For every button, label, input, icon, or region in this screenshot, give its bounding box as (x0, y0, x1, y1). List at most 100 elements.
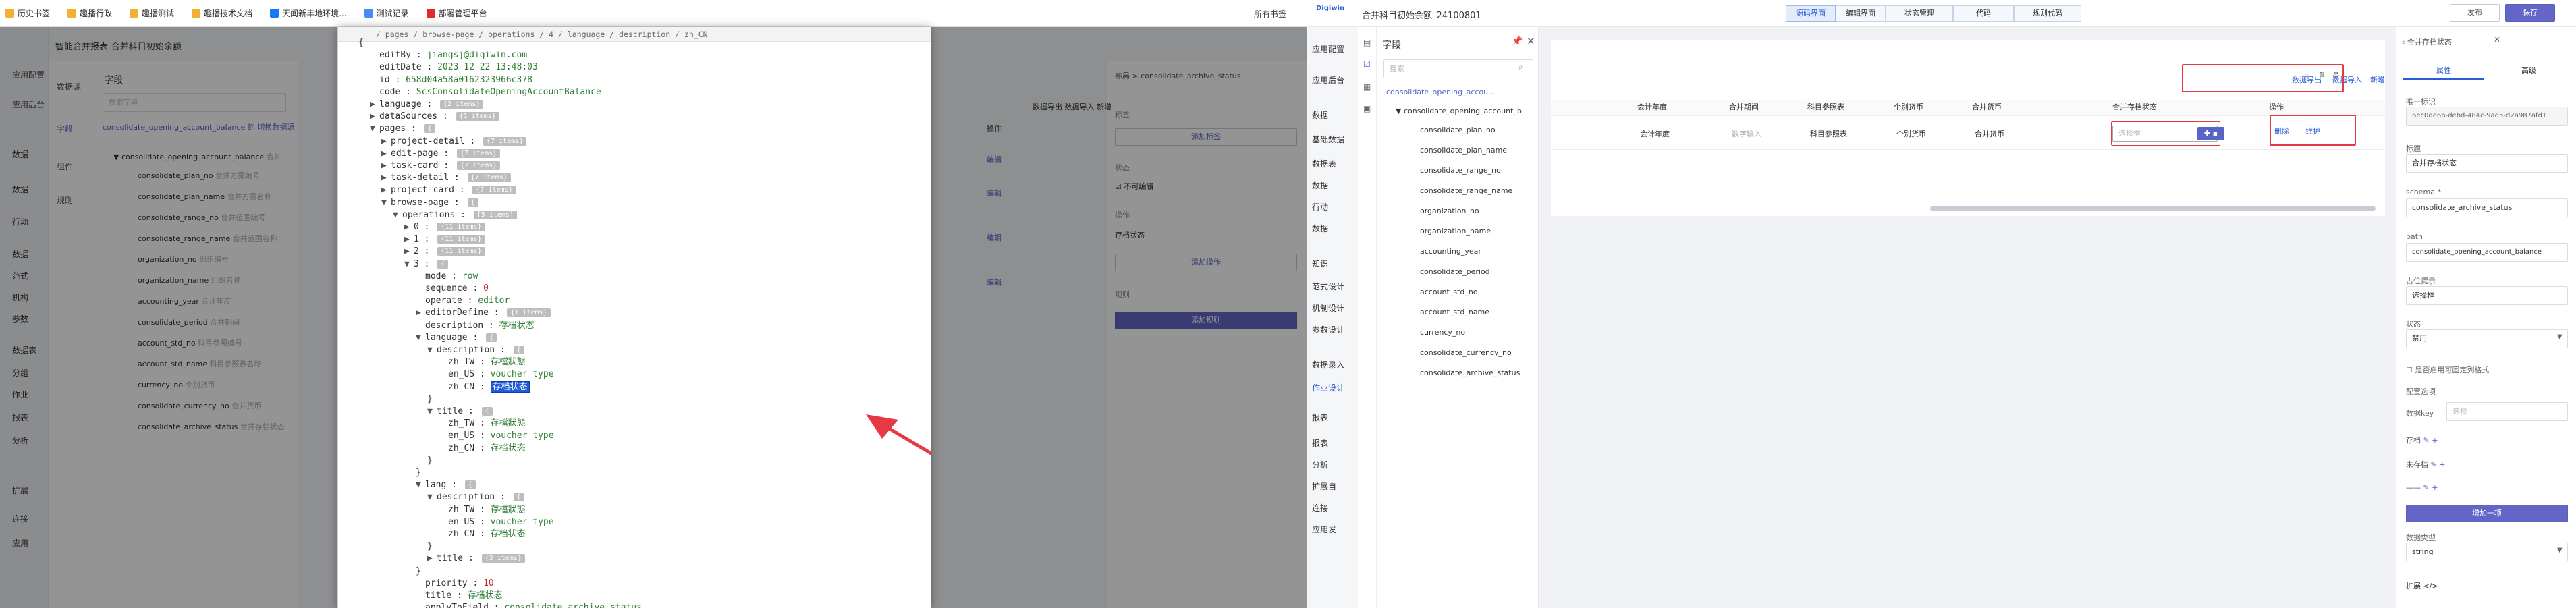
table-cell[interactable]: 数字输入 (1732, 128, 1761, 139)
json-line[interactable]: ▼ pages : { (370, 123, 435, 135)
tab-source[interactable]: 源码界面 (1786, 5, 1836, 22)
toggle-icon[interactable]: ▼ (416, 332, 425, 344)
toggle-icon[interactable]: ▶ (370, 99, 379, 111)
field-item[interactable]: organization_name (1420, 227, 1491, 236)
field-item[interactable]: consolidate_plan_no 合并方案编号 (138, 170, 260, 181)
field-item[interactable]: organization_no 组织编号 (138, 254, 229, 265)
nav-item[interactable]: 作业 (12, 389, 28, 400)
nav-item[interactable]: 应用 (12, 537, 28, 549)
toggle-icon[interactable]: ▼ (416, 479, 425, 491)
add-rule-button[interactable]: 添加规则 (1115, 312, 1297, 329)
nav-item[interactable]: 应用发 (1312, 524, 1336, 535)
bookmark-item[interactable]: 趣播技术文档 (192, 7, 252, 19)
table-cell[interactable]: 个别货币 (1896, 128, 1926, 139)
nav-item[interactable]: 基础数据 (1312, 134, 1344, 145)
toggle-icon[interactable]: ▼ (393, 209, 402, 221)
component-icon-label[interactable]: 组件 (57, 161, 73, 172)
path-field[interactable]: consolidate_opening_account_balance (2406, 243, 2568, 262)
bookmark-item[interactable]: 测试记录 (364, 7, 409, 19)
edit-link[interactable]: 编辑 (987, 154, 1002, 165)
json-line[interactable]: ▼ 3 : { (404, 258, 449, 271)
edit-icon[interactable]: ✎ + (2423, 483, 2438, 492)
json-line[interactable]: description : 存档状态 (416, 320, 535, 332)
dict-key-select[interactable]: 选择 (2446, 402, 2568, 421)
json-line[interactable]: } (427, 455, 433, 467)
field-item[interactable]: consolidate_period 合并期间 (138, 316, 240, 327)
nav-item[interactable]: 分析 (1312, 459, 1328, 470)
json-line[interactable]: ▼ browse-page : { (381, 197, 478, 209)
add-operation-button[interactable]: 添加操作 (1115, 254, 1297, 271)
field-item[interactable]: account_std_no 科目参照编号 (138, 337, 242, 348)
nav-item[interactable]: 分组 (12, 367, 28, 379)
field-search-input[interactable]: 搜索字段 (103, 93, 286, 112)
uid-field[interactable]: 6ec0de6b-debd-484c-9ad5-d2a987afd1 (2406, 107, 2568, 126)
nav-item[interactable]: 应用配置 (12, 69, 45, 80)
add-option-button[interactable]: 增加一项 (2406, 505, 2568, 522)
op-item[interactable]: 存档状态 (1115, 229, 1145, 240)
json-line[interactable]: code : ScsConsolidateOpeningAccountBalan… (370, 86, 601, 99)
publish-button[interactable]: 发布 (2450, 4, 2500, 22)
nav-item[interactable]: 范式 (12, 270, 28, 281)
field-item[interactable]: accounting_year 会计年度 (138, 296, 231, 306)
field-item[interactable]: accounting_year (1420, 247, 1481, 256)
json-line[interactable]: zh_TW : 存檔狀態 (439, 504, 526, 516)
table-cell[interactable]: 合并货币 (1975, 128, 2004, 139)
json-line[interactable]: ▶ task-card : {7 items} (381, 160, 501, 172)
toggle-icon[interactable]: ▶ (427, 553, 437, 565)
nav-item[interactable]: 数据 (12, 248, 28, 260)
nav-item[interactable]: 数据 (12, 184, 28, 195)
option-tag[interactable]: —— ✎ + (2406, 483, 2438, 492)
edit-link[interactable]: 编辑 (987, 232, 1002, 243)
json-line[interactable]: ▶ project-detail : {7 items} (381, 136, 527, 148)
toggle-icon[interactable]: ▼ (370, 123, 379, 135)
toggle-icon[interactable]: ▶ (370, 111, 379, 123)
toggle-icon[interactable]: ▶ (381, 136, 391, 148)
json-line[interactable]: applyToField : consolidate_archive_statu… (416, 602, 642, 608)
json-line[interactable]: zh_CN : 存档状态 (439, 443, 526, 455)
nav-item[interactable]: 报表 (1312, 412, 1328, 423)
field-item[interactable]: account_std_name (1420, 308, 1489, 316)
bookmark-item[interactable]: 历史书签 (5, 7, 50, 19)
json-line[interactable]: en_US : voucher type (439, 368, 554, 381)
field-item[interactable]: consolidate_range_no (1420, 166, 1501, 175)
nav-item[interactable]: 数据 (1312, 223, 1328, 234)
field-item[interactable]: consolidate_plan_name 合并方案名称 (138, 191, 272, 202)
nav-item[interactable]: 机构 (12, 292, 28, 303)
json-line[interactable]: ▼ operations : [5 items] (393, 209, 517, 221)
nav-item[interactable]: 知识 (1312, 258, 1328, 269)
nav-item[interactable]: 行动 (1312, 201, 1328, 213)
json-line[interactable]: zh_TW : 存檔狀態 (439, 356, 526, 368)
status-select[interactable]: 禁用 (2406, 329, 2568, 348)
bookmark-item[interactable]: 天闻新丰地环境... (270, 7, 347, 19)
edit-link[interactable]: 编辑 (987, 277, 1002, 287)
add-button[interactable]: 新增 (2370, 74, 2385, 85)
rule-icon-label[interactable]: 规则 (57, 194, 73, 206)
json-line[interactable]: } (427, 541, 433, 553)
all-bookmarks-link[interactable]: 所有书签 (1254, 8, 1286, 20)
toggle-icon[interactable]: ▼ (381, 197, 391, 209)
nav-item[interactable]: 连接 (12, 513, 28, 524)
close-icon[interactable]: ✕ (1527, 35, 1535, 47)
json-line[interactable]: ▼ language : { (416, 332, 497, 344)
json-line[interactable]: editBy : jiangsj@digiwin.com (370, 49, 527, 61)
json-line[interactable]: id : 658d04a58a0162323966c378 (370, 74, 532, 86)
nav-item[interactable]: 应用配置 (1312, 43, 1344, 55)
field-item[interactable]: currency_no (1420, 328, 1465, 337)
table-cell[interactable]: 科目参照表 (1810, 128, 1847, 139)
json-line[interactable]: priority : 10 (416, 578, 494, 590)
toggle-icon[interactable]: ▶ (416, 307, 425, 319)
json-line[interactable]: en_US : voucher type (439, 430, 554, 442)
field-item[interactable]: consolidate_currency_no (1420, 348, 1512, 357)
field-item[interactable]: consolidate_range_name 合并范围名称 (138, 233, 277, 244)
toggle-icon[interactable]: ▼ (427, 406, 437, 418)
json-line[interactable]: { (358, 37, 364, 49)
nav-item[interactable]: 数据 (1312, 179, 1328, 191)
field-item[interactable]: consolidate_plan_no (1420, 126, 1496, 134)
component-icon[interactable]: ▦ (1363, 82, 1371, 92)
image-icon[interactable]: ▣ (1363, 104, 1371, 113)
json-line[interactable]: ▼ lang : { (416, 479, 476, 491)
tab-state[interactable]: 状态管理 (1886, 5, 1953, 22)
tab-rule-code[interactable]: 规则代码 (2014, 5, 2081, 22)
bookmark-item[interactable]: 趣播行政 (67, 7, 112, 19)
tree-root[interactable]: ▼ consolidate_opening_account_b (1396, 107, 1522, 115)
